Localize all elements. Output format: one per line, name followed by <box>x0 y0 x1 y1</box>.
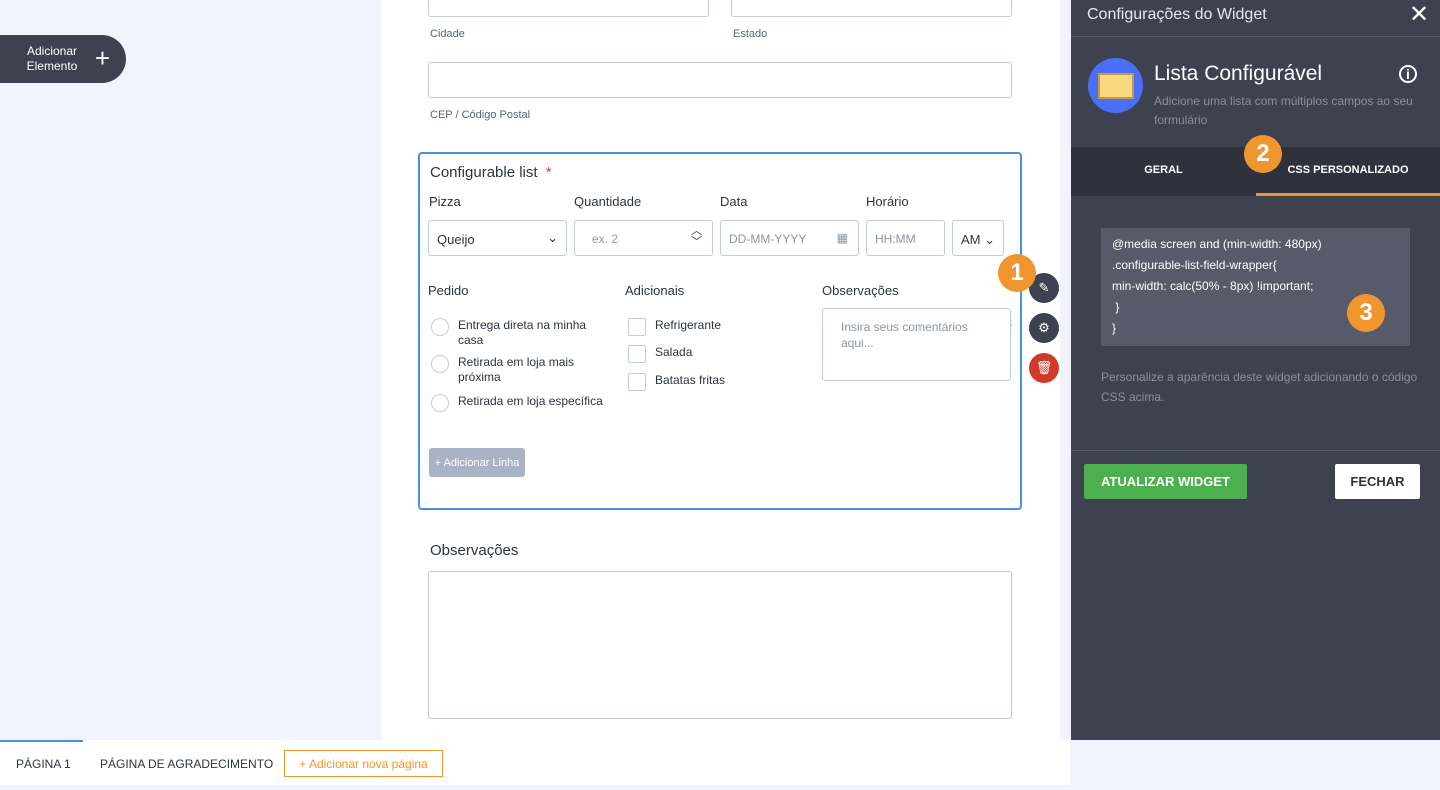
close-button[interactable]: FECHAR <box>1335 464 1420 499</box>
list-title: Configurable list * <box>430 164 552 181</box>
col-time: Horário <box>866 194 909 209</box>
add-page-button[interactable]: + Adicionar nova página <box>284 750 443 777</box>
extras-option: Batatas fritas <box>655 373 726 387</box>
widget-description: Adicione uma lista com múltiplos campos … <box>1154 94 1413 127</box>
close-icon[interactable]: ✕ <box>1409 0 1429 29</box>
zip-input[interactable] <box>428 62 1012 98</box>
panel-title: Configurações do Widget <box>1087 6 1267 23</box>
tab-custom-css[interactable]: CSS PERSONALIZADO <box>1256 164 1440 176</box>
add-element-label: Adicionar Elemento <box>26 44 78 73</box>
notes-label: Observações <box>822 283 899 298</box>
active-tab-indicator <box>1256 193 1440 196</box>
page-tabs-bar: PÁGINA 1 PÁGINA DE AGRADECIMENTO + Adici… <box>0 740 1070 785</box>
order-radio[interactable] <box>431 394 449 412</box>
extras-checkbox[interactable] <box>628 318 646 336</box>
order-radio[interactable] <box>431 318 449 336</box>
add-row-button[interactable]: + Adicionar Linha <box>429 448 525 477</box>
step-badge-2: 2 <box>1244 135 1282 173</box>
zip-label: CEP / Código Postal <box>430 109 531 121</box>
extras-checkbox[interactable] <box>628 373 646 391</box>
observations-textarea[interactable] <box>428 571 1012 719</box>
widget-settings-panel: Configurações do Widget ✕ Lista Configur… <box>1071 0 1440 740</box>
city-input[interactable] <box>428 0 709 17</box>
col-date: Data <box>720 194 748 209</box>
css-help-text: Personalize a aparência deste widget adi… <box>1101 370 1418 404</box>
tab-general[interactable]: GERAL <box>1071 164 1256 176</box>
plus-icon: + <box>94 43 110 73</box>
order-option: Retirada em loja específica <box>458 394 603 408</box>
notes-textarea[interactable]: Insira seus comentários aqui... <box>822 308 1011 381</box>
trash-icon[interactable]: 🗑 <box>1029 353 1059 383</box>
state-input[interactable] <box>731 0 1012 17</box>
stepper-icon[interactable]: ︿ ﹀ <box>691 226 702 248</box>
step-badge-1: 1 <box>998 254 1036 292</box>
date-input[interactable]: DD-MM-YYYY ▦ <box>720 220 859 256</box>
pizza-select[interactable]: Queijo ⌄ <box>428 220 567 256</box>
state-label: Estado <box>733 28 768 40</box>
extras-checkbox[interactable] <box>628 345 646 363</box>
order-option: Entrega direta na minha casa <box>458 318 587 347</box>
extras-option: Refrigerante <box>655 318 722 332</box>
extras-option: Salada <box>655 345 693 359</box>
city-label: Cidade <box>430 28 465 40</box>
order-radio[interactable] <box>431 355 449 373</box>
step-badge-3: 3 <box>1347 294 1385 332</box>
order-label: Pedido <box>428 283 469 298</box>
observations-label: Observações <box>430 542 519 559</box>
calendar-icon[interactable]: ▦ <box>837 231 848 245</box>
info-icon[interactable]: i <box>1399 65 1417 83</box>
widget-name: Lista Configurável <box>1154 62 1323 85</box>
order-option: Retirada em loja mais próxima <box>458 355 575 384</box>
widget-list-icon <box>1088 58 1143 113</box>
tab-thank-you-page[interactable]: PÁGINA DE AGRADECIMENTO <box>100 757 273 771</box>
col-quantity: Quantidade <box>574 194 642 209</box>
quantity-input[interactable]: ex. 2 ︿ ﹀ <box>574 220 713 256</box>
gear-icon[interactable]: ⚙ <box>1029 313 1059 343</box>
drag-handle-icon[interactable]: ⋮ ⋮ <box>1006 317 1016 335</box>
add-element-button[interactable]: Adicionar Elemento + <box>0 35 126 83</box>
time-input[interactable]: HH:MM <box>866 220 945 256</box>
ampm-select[interactable]: AM ⌄ <box>952 220 1004 256</box>
chevron-down-icon: ⌄ <box>547 230 558 245</box>
update-widget-button[interactable]: ATUALIZAR WIDGET <box>1084 464 1247 499</box>
extras-label: Adicionais <box>625 283 685 298</box>
tab-page-1[interactable]: PÁGINA 1 <box>16 757 71 771</box>
col-pizza: Pizza <box>429 194 461 209</box>
